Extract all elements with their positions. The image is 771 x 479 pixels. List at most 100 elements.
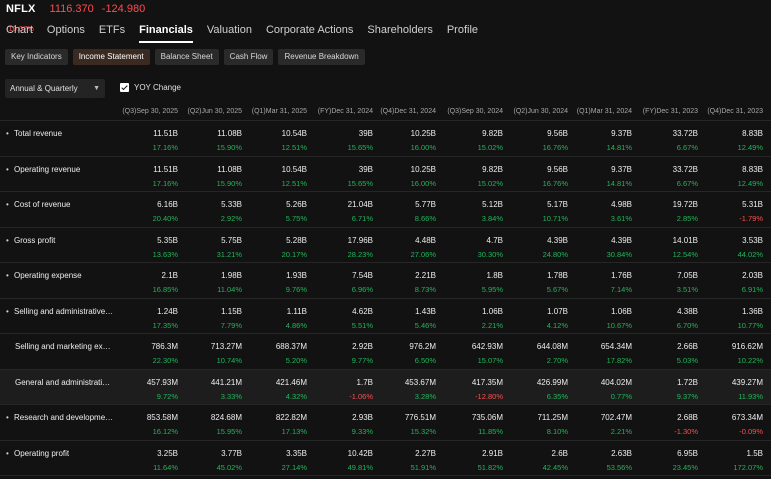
tab-valuation[interactable]: Valuation [207, 24, 252, 43]
cell-yoy-change: 16.76% [542, 178, 568, 188]
tab-profile[interactable]: Profile [447, 24, 478, 43]
cell-yoy-change: 2.85% [676, 214, 698, 223]
cell-value: 14.01B [672, 235, 698, 245]
row-label: Operating expense [6, 271, 114, 280]
tab-options[interactable]: Options [47, 24, 85, 43]
cell-value: 10.25B [410, 129, 436, 138]
last-price: 1116.370 [49, 3, 94, 15]
cell-yoy-change: 5.95% [481, 285, 503, 294]
cell-value: 713.27M [210, 342, 242, 351]
cell-value: 4.7B [486, 235, 503, 245]
cell-yoy-change: -0.09% [739, 427, 763, 436]
cell-value: 702.47M [600, 413, 632, 422]
cell-value: 711.25M [537, 413, 568, 422]
cell-value: 39B [358, 164, 373, 174]
cell-value: 1.98B [221, 271, 242, 280]
cell-yoy-change: -1.79% [739, 214, 763, 223]
cell-yoy-change: 22.30% [152, 356, 178, 365]
cell-value: 19.72B [672, 200, 698, 209]
period-select[interactable]: Annual & Quarterly ▼ [5, 79, 105, 98]
cell-value: 688.37M [275, 342, 307, 351]
cell-value: 1.43B [415, 306, 436, 316]
cell-value: 39B [358, 129, 373, 138]
cell-yoy-change: 5.03% [676, 356, 698, 365]
price-change: -124.980 [101, 3, 146, 15]
yoy-checkbox[interactable] [120, 83, 129, 92]
ticker-symbol: NFLX [6, 3, 36, 15]
subtab-balance-sheet[interactable]: Balance Sheet [154, 49, 219, 65]
cell-yoy-change: 45.02% [216, 462, 242, 472]
cell-value: 9.56B [547, 164, 568, 174]
cell-yoy-change: 51.91% [410, 462, 436, 472]
cell-value: 786.3M [151, 342, 178, 351]
table-row[interactable]: Gross profit 5.35B 13.63% 5.75B 31.21% 5.28B 2… [0, 228, 771, 263]
cell-value: 916.62M [731, 342, 763, 351]
cell-yoy-change: 6.67% [676, 178, 698, 188]
cell-yoy-change: 15.65% [347, 178, 373, 188]
column-header: (Q3)Sep 30, 2025 [122, 108, 178, 115]
quote-header: NFLX 1116.370 -124.980 -10.07% [6, 2, 153, 33]
subtab-revenue-breakdown[interactable]: Revenue Breakdown [278, 49, 365, 65]
cell-yoy-change: 15.65% [347, 143, 373, 152]
cell-value: 4.39B [611, 235, 632, 245]
row-label: Operating revenue [6, 165, 114, 174]
cell-value: 21.04B [347, 200, 373, 209]
column-header: (Q3)Sep 30, 2024 [447, 108, 503, 115]
cell-value: 5.26B [286, 200, 307, 209]
table-row[interactable]: Research and development ... 853.58M 16.12… [0, 405, 771, 441]
cell-value: 5.33B [221, 200, 242, 209]
tab-corporate-actions[interactable]: Corporate Actions [266, 24, 353, 43]
cell-value: 33.72B [672, 164, 698, 174]
table-body: Total revenue 11.51B 17.16% 11.08B 15.90% 10.… [0, 121, 771, 476]
cell-yoy-change: 13.63% [152, 249, 178, 259]
table-row[interactable]: Selling and marketing expe... 786.3M 22.30… [0, 334, 771, 370]
cell-value: 1.8B [486, 271, 503, 280]
cell-value: 11.08B [217, 164, 242, 174]
table-row[interactable]: Total revenue 11.51B 17.16% 11.08B 15.90% 10.… [0, 121, 771, 157]
cell-yoy-change: 14.81% [606, 143, 632, 152]
table-row[interactable]: Operating profit 3.25B 11.64% 3.77B 45.02% 3.… [0, 441, 771, 476]
cell-value: 3.25B [157, 448, 178, 458]
cell-value: 10.54B [281, 129, 307, 138]
cell-value: 6.95B [677, 448, 698, 458]
cell-yoy-change: 8.66% [414, 214, 436, 223]
cell-yoy-change: 17.13% [281, 427, 307, 436]
cell-yoy-change: 23.45% [672, 462, 698, 472]
yoy-change-toggle[interactable]: YOY Change [120, 83, 181, 92]
yoy-change-label: YOY Change [134, 83, 181, 92]
table-row[interactable]: General and administrative ... 457.93M 9.7… [0, 369, 771, 405]
main-tabs: Chart Options ETFs Financials Valuation Corpo… [6, 24, 492, 43]
cell-yoy-change: 17.35% [152, 320, 178, 330]
tab-financials[interactable]: Financials [139, 24, 193, 43]
subtab-income-statement[interactable]: Income Statement [72, 49, 150, 65]
cell-value: 1.06B [482, 306, 503, 316]
cell-value: 776.51M [404, 413, 436, 422]
tab-chart[interactable]: Chart [6, 24, 33, 43]
row-label: Research and development ... [6, 413, 114, 422]
cell-yoy-change: 11.04% [217, 285, 242, 294]
tab-etfs[interactable]: ETFs [99, 24, 125, 43]
cell-yoy-change: 8.73% [414, 285, 436, 294]
cell-yoy-change: 15.02% [477, 178, 503, 188]
cell-value: 6.16B [157, 200, 178, 209]
table-row[interactable]: Cost of revenue 6.16B 20.40% 5.33B 2.92% 5.26… [0, 192, 771, 228]
cell-value: 10.42B [347, 448, 373, 458]
table-row[interactable]: Selling and administrative e... 1.24B 17.3… [0, 299, 771, 334]
cell-yoy-change: 6.96% [351, 285, 373, 294]
cell-value: 11.51B [153, 164, 178, 174]
subtab-key-indicators[interactable]: Key Indicators [5, 49, 68, 65]
cell-value: 2.6B [551, 448, 568, 458]
subtab-cash-flow[interactable]: Cash Flow [223, 49, 274, 65]
cell-value: 853.58M [146, 413, 178, 422]
cell-value: 7.54B [352, 271, 373, 280]
cell-yoy-change: 10.77% [737, 320, 763, 330]
table-row[interactable]: Operating revenue 11.51B 17.16% 11.08B 15.90… [0, 157, 771, 192]
cell-yoy-change: 51.82% [477, 462, 503, 472]
tab-shareholders[interactable]: Shareholders [367, 24, 432, 43]
cell-yoy-change: 6.35% [546, 391, 568, 401]
cell-yoy-change: 16.00% [410, 143, 436, 152]
cell-yoy-change: 10.22% [737, 356, 763, 365]
cell-yoy-change: 5.20% [285, 356, 307, 365]
cell-value: 4.39B [547, 235, 568, 245]
table-row[interactable]: Operating expense 2.1B 16.85% 1.98B 11.04% 1.… [0, 263, 771, 299]
